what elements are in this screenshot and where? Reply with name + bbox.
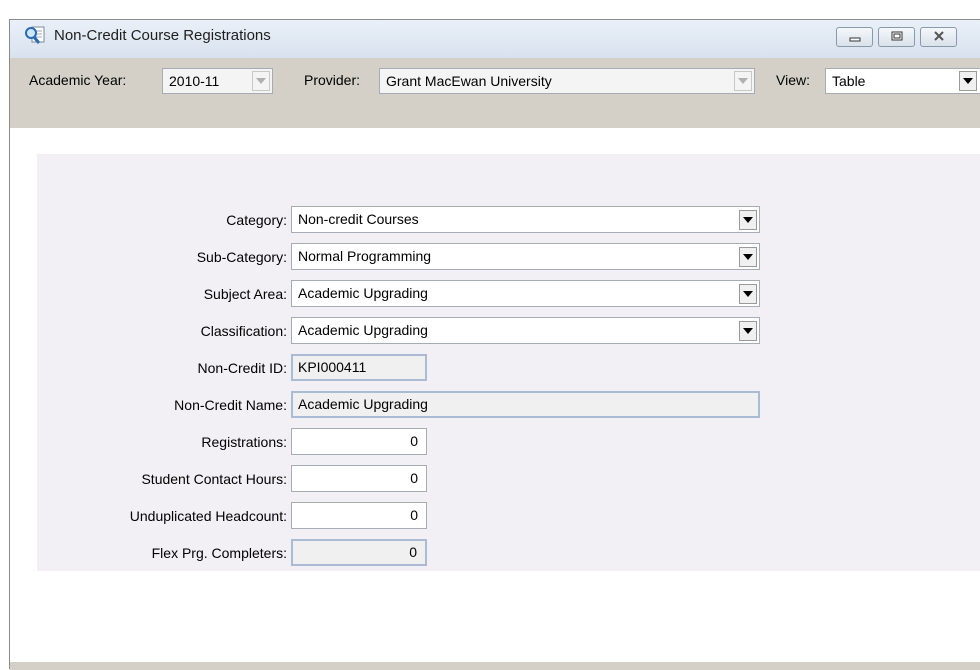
- chevron-down-icon: [739, 284, 757, 304]
- title-bar[interactable]: Non-Credit Course Registrations: [10, 20, 980, 58]
- chevron-down-icon: [739, 247, 757, 267]
- registrations-field[interactable]: 0: [291, 428, 427, 455]
- record-form: Category: Non-credit Courses Sub-Categor…: [37, 154, 980, 571]
- category-label: Category:: [226, 212, 287, 228]
- chevron-down-icon: [734, 71, 752, 91]
- toolbar: Academic Year: 2010-11 Provider: Grant M…: [10, 58, 980, 128]
- window-title: Non-Credit Course Registrations: [54, 27, 271, 44]
- provider-select[interactable]: Grant MacEwan University: [379, 68, 755, 94]
- subject-area-select[interactable]: Academic Upgrading: [291, 280, 760, 307]
- completers-label: Flex Prg. Completers:: [151, 545, 287, 561]
- chevron-down-icon: [739, 210, 757, 230]
- subcategory-label: Sub-Category:: [196, 249, 287, 265]
- view-label: View:: [776, 72, 810, 88]
- headcount-label: Unduplicated Headcount:: [129, 508, 287, 524]
- chevron-down-icon: [959, 71, 977, 91]
- chevron-down-icon: [739, 321, 757, 341]
- search-document-icon: [24, 25, 46, 45]
- classification-select[interactable]: Academic Upgrading: [291, 317, 760, 344]
- classification-label: Classification:: [200, 323, 287, 339]
- noncredit-id-field[interactable]: KPI000411: [291, 354, 427, 381]
- restore-button[interactable]: [878, 27, 915, 47]
- contact-hours-field[interactable]: 0: [291, 465, 427, 492]
- academic-year-label: Academic Year:: [29, 72, 127, 88]
- close-icon: [932, 29, 946, 45]
- registrations-label: Registrations:: [201, 434, 287, 450]
- provider-label: Provider:: [304, 72, 361, 88]
- minimize-icon: [848, 29, 862, 45]
- academic-year-select[interactable]: 2010-11: [162, 68, 273, 94]
- subcategory-select[interactable]: Normal Programming: [291, 243, 760, 270]
- chevron-down-icon: [252, 71, 270, 91]
- content-area: Category: Non-credit Courses Sub-Categor…: [10, 128, 980, 662]
- view-select[interactable]: Table: [825, 68, 980, 94]
- headcount-field[interactable]: 0: [291, 502, 427, 529]
- close-button[interactable]: [920, 27, 957, 47]
- completers-field[interactable]: 0: [291, 539, 427, 566]
- noncredit-id-label: Non-Credit ID:: [197, 360, 287, 376]
- category-select[interactable]: Non-credit Courses: [291, 206, 760, 233]
- noncredit-name-field[interactable]: Academic Upgrading: [291, 391, 760, 418]
- contact-hours-label: Student Contact Hours:: [141, 471, 287, 487]
- noncredit-name-label: Non-Credit Name:: [174, 397, 287, 413]
- subject-area-label: Subject Area:: [203, 286, 287, 302]
- minimize-button[interactable]: [836, 27, 873, 47]
- app-window: Non-Credit Course Registrations Academic…: [9, 19, 980, 670]
- restore-icon: [890, 29, 904, 45]
